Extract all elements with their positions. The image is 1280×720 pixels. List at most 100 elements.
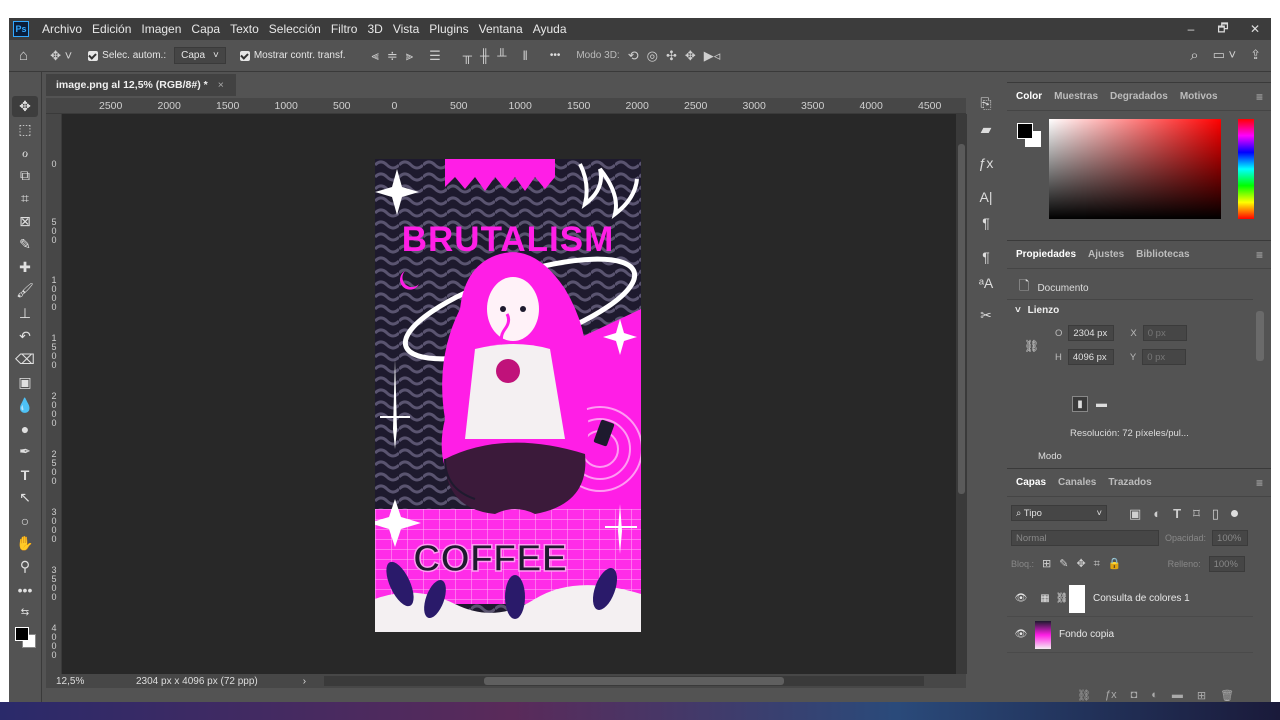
- tab-patterns[interactable]: Motivos: [1180, 91, 1218, 102]
- lasso-tool-icon[interactable]: ℴ: [12, 142, 38, 163]
- tab-adjustments[interactable]: Ajustes: [1088, 249, 1124, 260]
- x-input[interactable]: 0 px: [1142, 325, 1187, 341]
- panel-menu-icon[interactable]: ≡: [1256, 90, 1263, 104]
- landscape-orientation-icon[interactable]: ▬: [1096, 398, 1107, 410]
- new-adjustment-icon[interactable]: ◐: [1151, 689, 1158, 702]
- object-select-tool-icon[interactable]: ⧉: [12, 165, 38, 186]
- document-dimensions[interactable]: 2304 px x 4096 px (72 ppp): [136, 676, 258, 687]
- visibility-eye-icon[interactable]: 👁: [1007, 629, 1035, 640]
- panel-menu-icon[interactable]: ≡: [1256, 248, 1263, 262]
- menu-vista[interactable]: Vista: [388, 22, 424, 36]
- eraser-tool-icon[interactable]: ⌫: [12, 349, 38, 370]
- foreground-swatch[interactable]: [15, 627, 29, 641]
- history-panel-icon[interactable]: ⎘: [980, 96, 991, 110]
- type-filter-icon[interactable]: T: [1173, 507, 1181, 520]
- drag-3d-icon[interactable]: ✣: [666, 49, 677, 62]
- character-styles-panel-icon[interactable]: ᵃA: [979, 276, 994, 290]
- horizontal-scrollbar-thumb[interactable]: [484, 677, 785, 685]
- tab-layers[interactable]: Capas: [1016, 477, 1046, 488]
- tool-presets-panel-icon[interactable]: ✂: [980, 308, 992, 322]
- crop-tool-icon[interactable]: ⌗: [12, 188, 38, 209]
- brush-tool-icon[interactable]: 🖌: [12, 280, 38, 301]
- show-transform-checkbox[interactable]: Mostrar contr. transf.: [239, 50, 346, 61]
- move-tool-preset-icon[interactable]: ✥ ˅: [50, 49, 72, 62]
- lock-transparency-icon[interactable]: ⊞: [1042, 558, 1051, 570]
- swap-colors-icon[interactable]: ⇆: [12, 602, 38, 623]
- visibility-eye-icon[interactable]: 👁: [1007, 593, 1035, 604]
- tab-properties[interactable]: Propiedades: [1016, 249, 1076, 260]
- layer-row[interactable]: 👁 ▦ ⛓ Consulta de colores 1: [1007, 581, 1253, 617]
- width-input[interactable]: 2304 px: [1068, 325, 1115, 341]
- frame-tool-icon[interactable]: ⊠: [12, 211, 38, 232]
- filter-toggle-icon[interactable]: [1230, 509, 1238, 517]
- menu-imagen[interactable]: Imagen: [136, 22, 186, 36]
- align-top-icon[interactable]: ╥: [463, 49, 472, 62]
- menu-ayuda[interactable]: Ayuda: [528, 22, 572, 36]
- document-tab[interactable]: image.png al 12,5% (RGB/8#) * ×: [46, 74, 236, 96]
- align-center-icon[interactable]: ≑: [387, 49, 398, 62]
- close-tab-icon[interactable]: ×: [218, 79, 224, 91]
- ruler-vertical[interactable]: 0 5 0 0 1 0 0 0 1 5 0 0 2 0 0 0 2 5 0 0 3 0 0 …: [46, 114, 62, 674]
- path-select-tool-icon[interactable]: ↖: [12, 487, 38, 508]
- new-group-icon[interactable]: ▬: [1172, 689, 1183, 702]
- distribute-vertical-icon[interactable]: ‖: [522, 49, 527, 62]
- adjustment-filter-icon[interactable]: ◐: [1153, 507, 1161, 520]
- healing-brush-tool-icon[interactable]: ✚: [12, 257, 38, 278]
- menu-edicion[interactable]: Edición: [87, 22, 136, 36]
- zoom-level[interactable]: 12,5%: [56, 676, 126, 687]
- minimize-button[interactable]: –: [1175, 18, 1207, 40]
- layer-filter-dropdown[interactable]: ⌕ Tipo ˅: [1011, 505, 1107, 521]
- layer-thumbnail[interactable]: [1035, 620, 1051, 649]
- menu-filtro[interactable]: Filtro: [326, 22, 363, 36]
- paragraph-panel-icon[interactable]: ¶: [982, 216, 990, 230]
- menu-seleccion[interactable]: Selección: [264, 22, 326, 36]
- home-icon[interactable]: ⌂: [19, 48, 28, 63]
- menu-capa[interactable]: Capa: [186, 22, 225, 36]
- hand-tool-icon[interactable]: ✋: [12, 533, 38, 554]
- tab-channels[interactable]: Canales: [1058, 477, 1096, 488]
- layer-name[interactable]: Consulta de colores 1: [1093, 593, 1190, 604]
- add-mask-icon[interactable]: ◘: [1131, 689, 1138, 702]
- lock-position-icon[interactable]: ✥: [1076, 558, 1085, 570]
- layer-row[interactable]: 👁 Fondo copia: [1007, 617, 1253, 653]
- tab-paths[interactable]: Trazados: [1108, 477, 1151, 488]
- share-icon[interactable]: ⇪: [1250, 48, 1261, 63]
- workspace-icon[interactable]: ▭ ˅: [1213, 48, 1237, 63]
- tab-swatches[interactable]: Muestras: [1054, 91, 1098, 102]
- more-options-button[interactable]: •••: [550, 50, 561, 61]
- fg-color-swatch[interactable]: [1017, 123, 1033, 139]
- align-bottom-icon[interactable]: ╨: [497, 49, 506, 62]
- lock-all-icon[interactable]: 🔒: [1108, 558, 1122, 570]
- blend-mode-dropdown[interactable]: Normal: [1011, 530, 1159, 546]
- ellipse-tool-icon[interactable]: ○: [12, 510, 38, 531]
- gradient-tool-icon[interactable]: ▣: [12, 372, 38, 393]
- smart-object-filter-icon[interactable]: ▯: [1212, 507, 1219, 520]
- edit-toolbar-icon[interactable]: •••: [12, 579, 38, 600]
- slide-3d-icon[interactable]: ✥: [685, 49, 696, 62]
- layer-style-icon[interactable]: ƒx: [1105, 689, 1117, 702]
- menu-3d[interactable]: 3D: [362, 22, 387, 36]
- eyedropper-tool-icon[interactable]: ✎: [12, 234, 38, 255]
- panel-menu-icon[interactable]: ≡: [1256, 476, 1263, 490]
- horizontal-scrollbar[interactable]: [324, 676, 925, 686]
- color-swatches[interactable]: [12, 625, 38, 649]
- paragraph-styles-panel-icon[interactable]: ¶: [982, 250, 990, 264]
- tab-gradients[interactable]: Degradados: [1110, 91, 1168, 102]
- character-panel-icon[interactable]: A|: [980, 190, 993, 204]
- distribute-icon[interactable]: ☰: [429, 49, 441, 62]
- close-button[interactable]: ✕: [1239, 18, 1271, 40]
- document-canvas[interactable]: BRUTALISM COFFEE: [375, 159, 641, 632]
- stamp-tool-icon[interactable]: ⊥: [12, 303, 38, 324]
- align-right-icon[interactable]: ⫸: [406, 49, 413, 62]
- marquee-tool-icon[interactable]: ⬚: [12, 119, 38, 140]
- pen-tool-icon[interactable]: ✒: [12, 441, 38, 462]
- shape-filter-icon[interactable]: ⌑: [1193, 507, 1200, 520]
- y-input[interactable]: 0 px: [1142, 349, 1187, 365]
- zoom-tool-icon[interactable]: ⚲: [12, 556, 38, 577]
- type-tool-icon[interactable]: T: [12, 464, 38, 485]
- properties-scrollbar[interactable]: [1256, 311, 1264, 361]
- menu-ventana[interactable]: Ventana: [474, 22, 528, 36]
- orbit-3d-icon[interactable]: ⟲: [628, 49, 639, 62]
- move-tool-icon[interactable]: ✥: [12, 96, 38, 117]
- height-input[interactable]: 4096 px: [1067, 349, 1114, 365]
